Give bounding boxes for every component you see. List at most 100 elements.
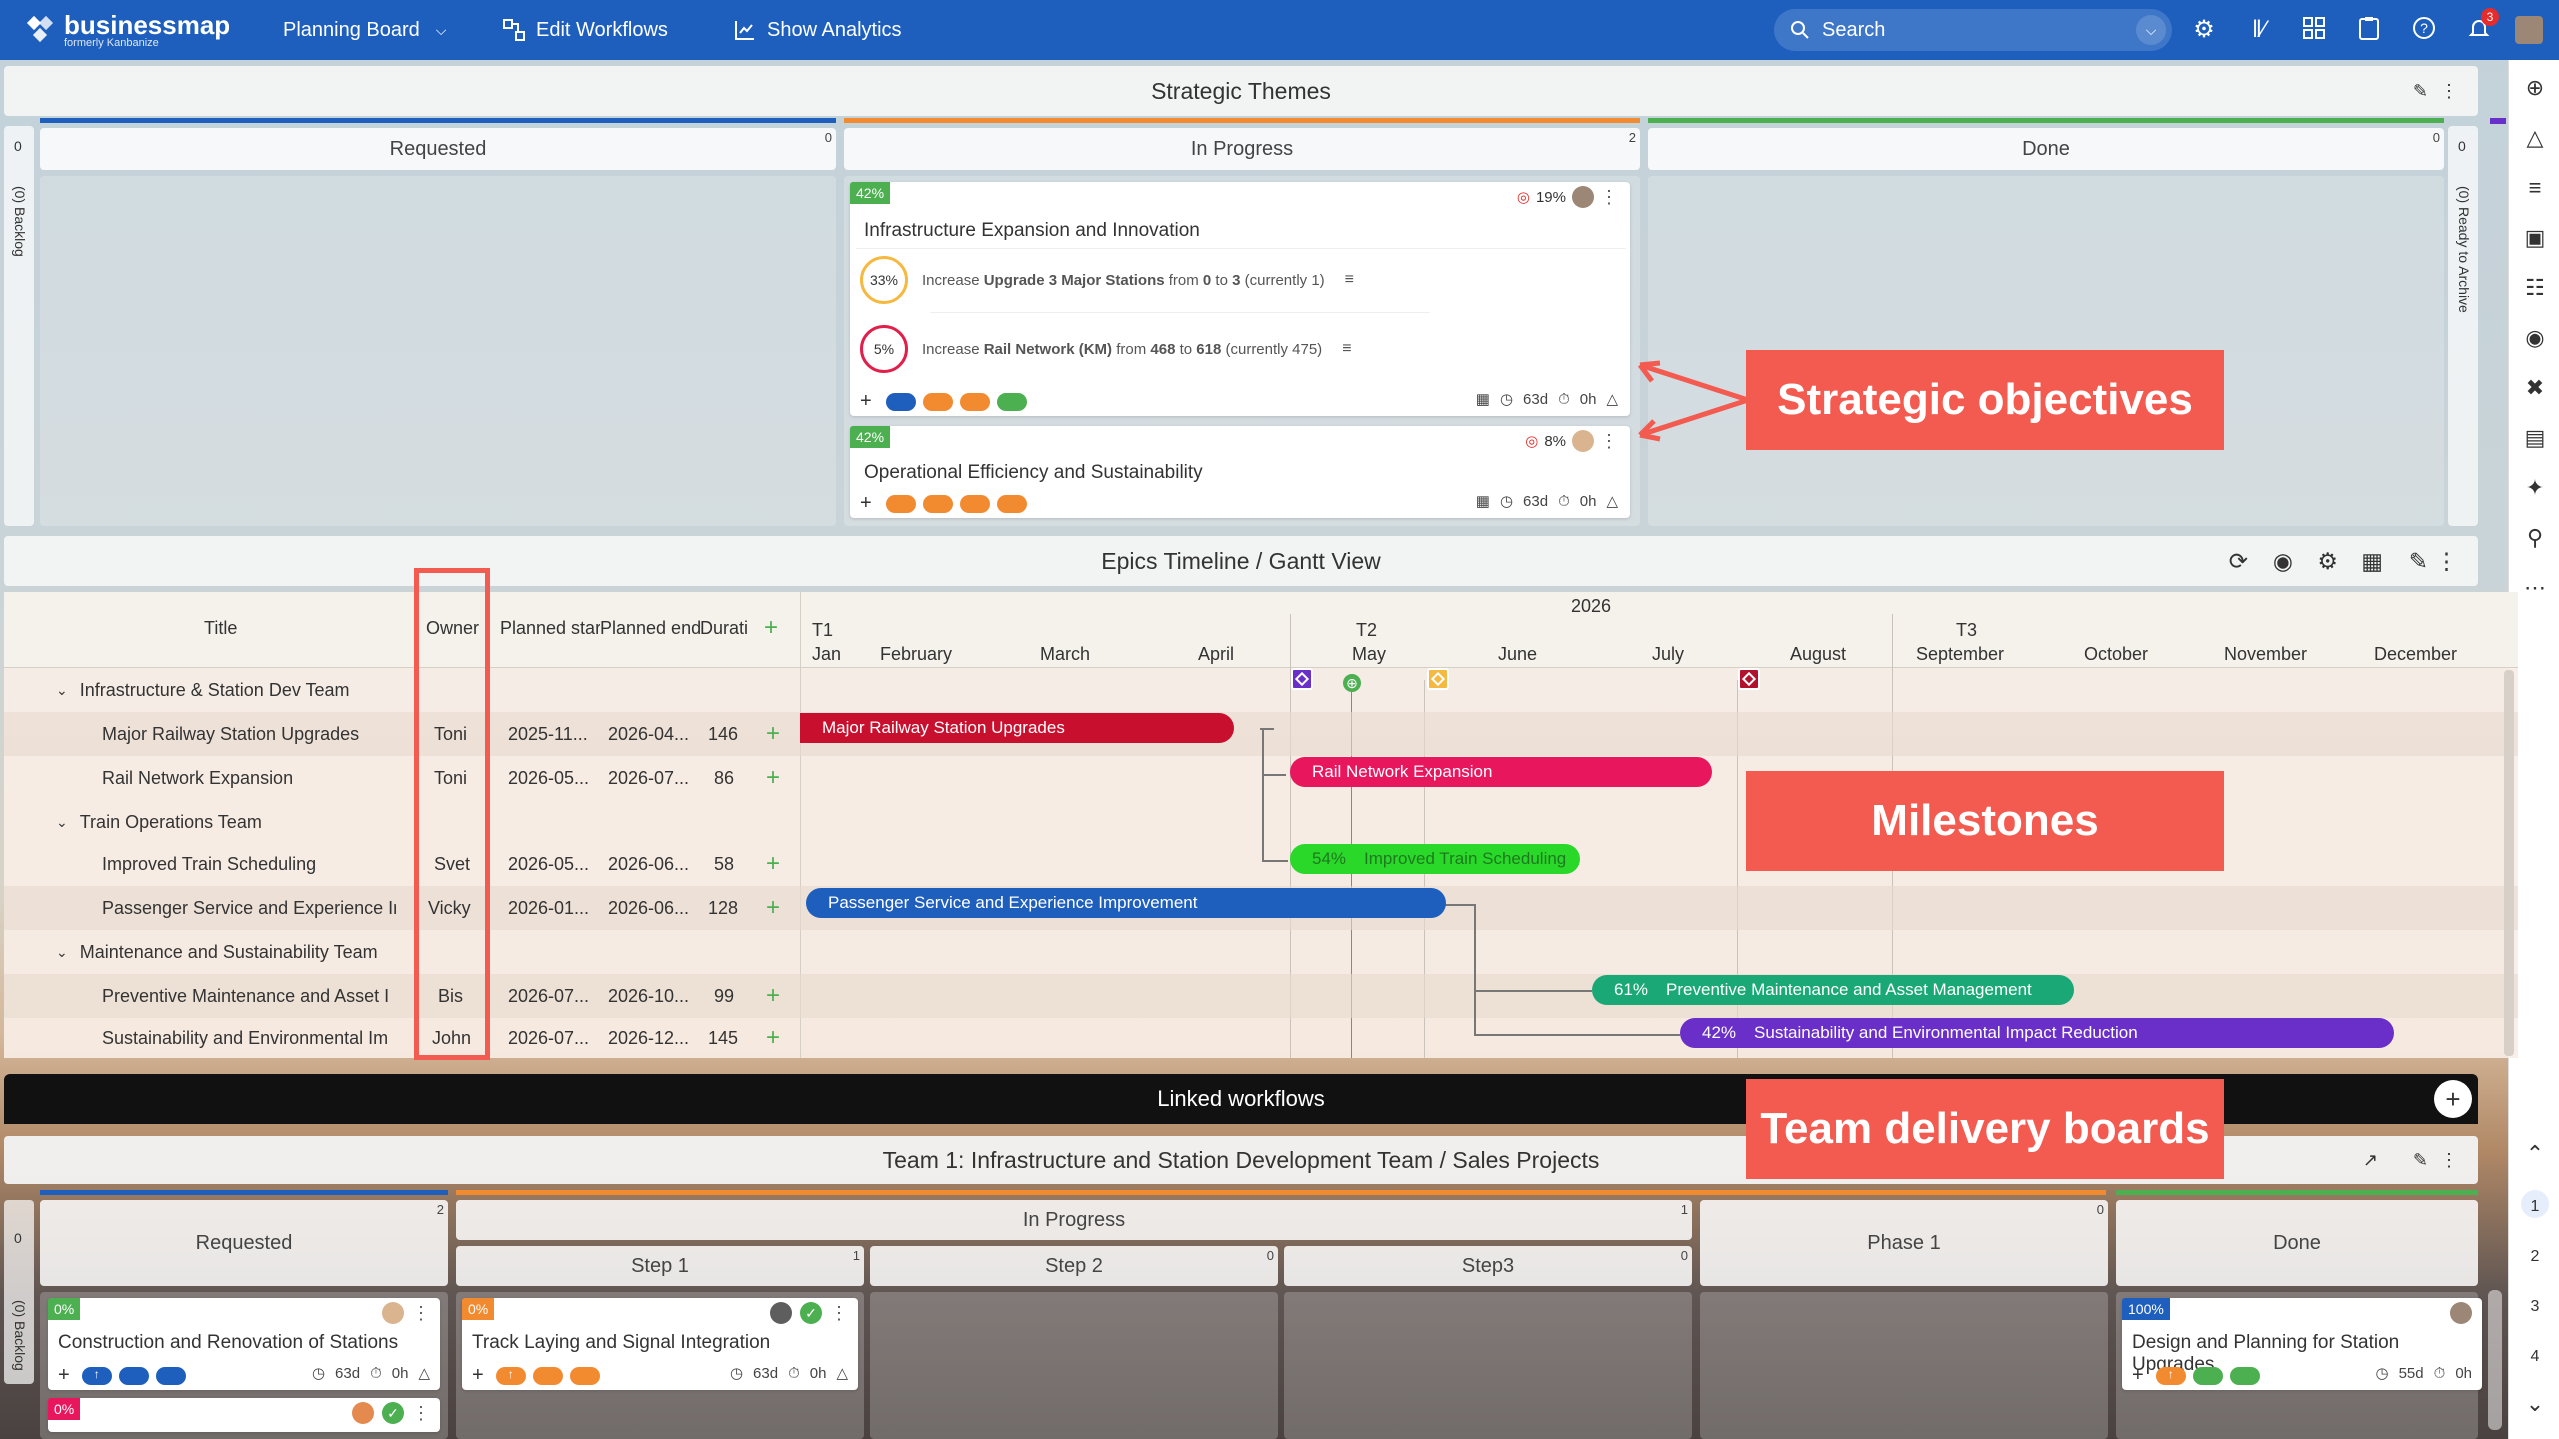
help-icon[interactable]: ? xyxy=(2410,16,2438,44)
gantt-bar[interactable]: 54% Improved Train Scheduling xyxy=(1290,844,1580,874)
search-box[interactable]: Search ⌵ xyxy=(1774,9,2172,51)
add-icon[interactable]: + xyxy=(472,1364,484,1387)
edit-note-icon[interactable]: ✎ xyxy=(2413,81,2428,102)
milestone-marker[interactable] xyxy=(1291,668,1313,690)
gantt-bar[interactable]: Major Railway Station Upgrades xyxy=(800,713,1234,743)
column-done[interactable]: Done xyxy=(2116,1200,2478,1286)
table-row[interactable] xyxy=(4,712,2518,756)
linked-card-pill[interactable] xyxy=(569,1366,600,1385)
add-icon[interactable]: + xyxy=(766,720,780,748)
edit-note-icon[interactable]: ✎ xyxy=(2413,1150,2428,1171)
chevron-up-icon[interactable]: ⌃ xyxy=(2521,1140,2549,1168)
objective-row[interactable]: 33% Increase Upgrade 3 Major Stations fr… xyxy=(860,256,1354,304)
card-title[interactable]: Operational Efficiency and Sustainabilit… xyxy=(864,462,1203,484)
add-column-icon[interactable]: + xyxy=(764,614,778,642)
user-avatar[interactable] xyxy=(2515,16,2543,44)
row-title[interactable]: Passenger Service and Experience Ir xyxy=(102,898,396,919)
gear-icon[interactable]: ⚙ xyxy=(2190,16,2218,44)
header-planned-end[interactable]: Planned end xyxy=(600,618,700,639)
card-title[interactable]: Construction and Renovation of Stations xyxy=(58,1332,398,1354)
ready-to-archive-tab[interactable]: 0 (0) Ready to Archive xyxy=(2448,126,2478,526)
objective-row[interactable]: 5% Increase Rail Network (KM) from 468 t… xyxy=(860,325,1352,373)
kebab-menu-icon[interactable]: ⋮ xyxy=(412,1403,430,1424)
clipboard-icon[interactable] xyxy=(2355,16,2383,44)
shapes-icon[interactable]: △ xyxy=(2521,124,2549,152)
vertical-scrollbar[interactable] xyxy=(2504,670,2514,1056)
filter-icon[interactable]: ≡ xyxy=(2521,174,2549,202)
refresh-icon[interactable]: ⟳ xyxy=(2229,548,2248,575)
group-row[interactable]: ⌄ Infrastructure & Station Dev Team xyxy=(4,668,800,712)
header-title[interactable]: Title xyxy=(204,618,237,639)
avatar[interactable] xyxy=(1572,186,1594,208)
column-requested[interactable]: Requested 0 xyxy=(40,128,836,170)
step-3-icon[interactable]: 3 xyxy=(2521,1290,2549,1318)
add-icon[interactable]: + xyxy=(766,764,780,792)
kebab-menu-icon[interactable]: ⋮ xyxy=(412,1303,430,1324)
avatar[interactable] xyxy=(770,1302,792,1324)
hierarchy-icon[interactable]: ☷ xyxy=(2521,274,2549,302)
column-requested[interactable]: Requested 2 xyxy=(40,1200,448,1286)
document-icon[interactable]: ▤ xyxy=(2521,424,2549,452)
edit-workflows-button[interactable]: Edit Workflows xyxy=(502,0,668,60)
chevron-down-icon[interactable]: ⌄ xyxy=(56,682,68,699)
logo[interactable]: businessmap formerly Kanbanize xyxy=(26,0,230,60)
add-circle-icon[interactable]: ⊕ xyxy=(2521,74,2549,102)
planning-board-menu[interactable]: Planning Board ⌵ xyxy=(283,0,446,60)
column-in-progress[interactable]: In Progress 2 xyxy=(844,128,1640,170)
library-icon[interactable]: ‖⁄ xyxy=(2245,16,2273,44)
linked-card-pill[interactable] xyxy=(885,494,916,513)
step-4-icon[interactable]: 4 xyxy=(2521,1340,2549,1368)
linked-card-pill[interactable] xyxy=(996,494,1027,513)
header-planned-start[interactable]: Planned star xyxy=(500,618,600,639)
add-icon[interactable]: + xyxy=(766,1024,780,1052)
add-icon[interactable]: + xyxy=(58,1364,70,1387)
kebab-menu-icon[interactable]: ⋮ xyxy=(1600,187,1618,208)
linked-card-pill[interactable] xyxy=(155,1366,186,1385)
row-title[interactable]: Sustainability and Environmental Im xyxy=(102,1028,396,1049)
task-card[interactable]: 0% ✓ ⋮ xyxy=(48,1398,440,1432)
chevron-down-icon[interactable]: ⌄ xyxy=(56,944,68,961)
kebab-menu-icon[interactable]: ⋮ xyxy=(2440,1150,2458,1171)
palette-icon[interactable]: ◉ xyxy=(2521,324,2549,352)
group-row[interactable]: ⌄ Maintenance and Sustainability Team xyxy=(4,930,800,974)
row-title[interactable]: Improved Train Scheduling xyxy=(102,854,316,875)
search-dropdown-icon[interactable]: ⌵ xyxy=(2136,15,2166,45)
linked-card-pill[interactable] xyxy=(959,494,990,513)
linked-card-pill[interactable] xyxy=(2229,1366,2260,1385)
linked-card-pill[interactable] xyxy=(118,1366,149,1385)
card-title[interactable]: Track Laying and Signal Integration xyxy=(472,1332,770,1354)
linked-card-pill[interactable] xyxy=(922,392,953,411)
calendar-icon[interactable]: ▦ xyxy=(1476,390,1490,408)
kebab-menu-icon[interactable]: ⋮ xyxy=(2435,548,2458,575)
milestone-marker[interactable] xyxy=(1427,668,1449,690)
dashboard-grid-icon[interactable] xyxy=(2300,16,2328,44)
linked-card-pill[interactable] xyxy=(959,392,990,411)
edit-note-icon[interactable]: ✎ xyxy=(2409,548,2428,575)
calendar-icon[interactable]: ▦ xyxy=(1476,492,1490,510)
bell-icon[interactable]: 3 xyxy=(2465,8,2499,44)
row-title[interactable]: Major Railway Station Upgrades xyxy=(102,724,359,745)
backlog-tab[interactable]: 0 (0) Backlog xyxy=(4,126,34,526)
kebab-menu-icon[interactable]: ⋮ xyxy=(1600,431,1618,452)
task-card[interactable]: 100% Design and Planning for Station Upg… xyxy=(2122,1298,2482,1390)
gantt-bar[interactable]: 61% Preventive Maintenance and Asset Man… xyxy=(1592,975,2074,1005)
step-column[interactable]: Step 1 1 xyxy=(456,1246,864,1286)
linked-card-pill[interactable] xyxy=(996,392,1027,411)
briefcase-icon[interactable]: ▣ xyxy=(2521,224,2549,252)
more-icon[interactable]: ⋯ xyxy=(2521,574,2549,602)
milestone-marker[interactable] xyxy=(1738,668,1760,690)
column-in-progress[interactable]: In Progress 1 xyxy=(456,1200,1692,1240)
gantt-bar[interactable]: 42% Sustainability and Environmental Imp… xyxy=(1680,1018,2394,1048)
strategic-card[interactable]: 42% ◎ 19% ⋮ Infrastructure Expansion and… xyxy=(850,182,1630,416)
arrow-up-icon[interactable]: ↑ xyxy=(2155,1366,2186,1385)
row-title[interactable]: Preventive Maintenance and Asset I xyxy=(102,986,396,1007)
linked-card-pill[interactable] xyxy=(532,1366,563,1385)
backlog-tab[interactable]: 0 (0) Backlog xyxy=(4,1200,34,1384)
step-column[interactable]: Step3 0 xyxy=(1284,1246,1692,1286)
export-icon[interactable]: ▦ xyxy=(2361,548,2383,575)
add-icon[interactable]: + xyxy=(766,894,780,922)
step-2-icon[interactable]: 2 xyxy=(2521,1240,2549,1268)
gantt-bar[interactable]: Rail Network Expansion xyxy=(1290,757,1712,787)
avatar[interactable] xyxy=(352,1402,374,1424)
add-circle-icon[interactable]: + xyxy=(2434,1080,2472,1118)
